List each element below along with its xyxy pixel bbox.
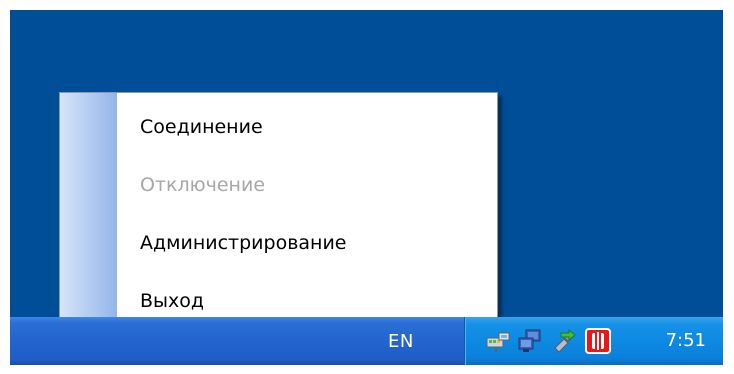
taskbar: EN 7:51 bbox=[10, 317, 723, 365]
network-computers-icon[interactable] bbox=[517, 328, 543, 354]
safely-remove-hardware-icon[interactable] bbox=[551, 328, 577, 354]
menu-item-administration[interactable]: Администрирование bbox=[140, 232, 347, 254]
red-app-tray-icon[interactable] bbox=[585, 328, 611, 354]
menu-item-disconnect: Отключение bbox=[140, 174, 266, 196]
network-adapter-icon[interactable] bbox=[485, 328, 511, 354]
menu-side-stripe bbox=[60, 93, 117, 338]
system-clock[interactable]: 7:51 bbox=[666, 330, 706, 351]
menu-item-exit[interactable]: Выход bbox=[140, 290, 204, 312]
desktop: Соединение Отключение Администрирование … bbox=[10, 10, 723, 365]
language-indicator[interactable]: EN bbox=[388, 331, 414, 352]
menu-item-connect[interactable]: Соединение bbox=[140, 116, 263, 138]
tray-context-menu: Соединение Отключение Администрирование … bbox=[59, 92, 498, 339]
notification-area: 7:51 bbox=[464, 317, 723, 365]
